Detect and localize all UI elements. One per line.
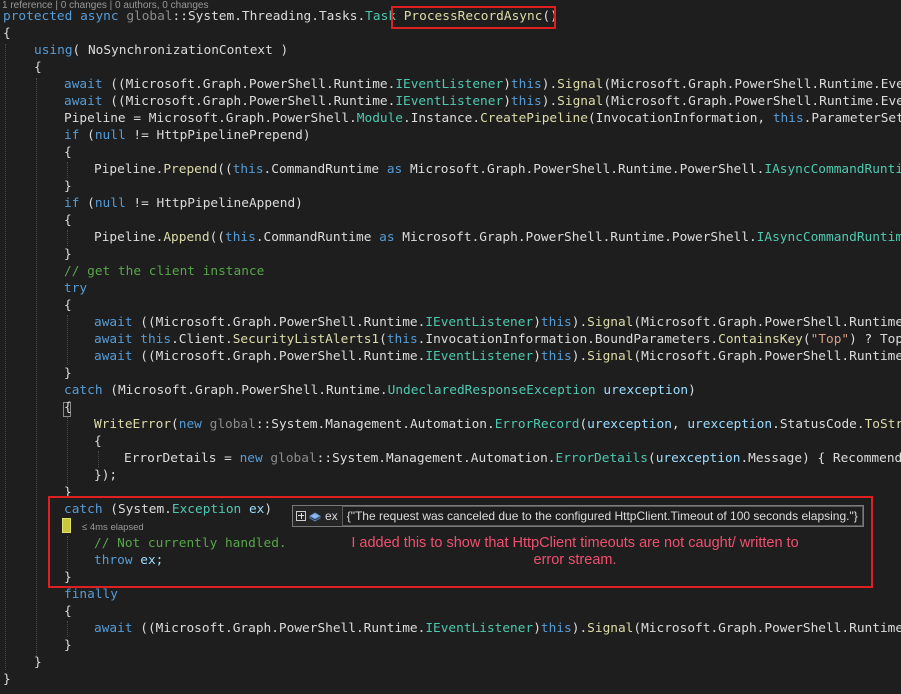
code-line-client-call[interactable]: await this.Client.SecurityListAlerts1(th…	[94, 331, 901, 348]
code-line-await-signal[interactable]: await ((Microsoft.Graph.PowerShell.Runti…	[94, 314, 901, 331]
code-line[interactable]: {	[64, 297, 72, 314]
code-line-errordetails[interactable]: ErrorDetails = new global::System.Manage…	[124, 450, 901, 467]
annotation-line-2: error stream.	[533, 552, 617, 568]
code-line[interactable]: {	[94, 433, 102, 450]
variable-icon	[309, 512, 321, 521]
code-line-catch-undeclared[interactable]: catch (Microsoft.Graph.PowerShell.Runtim…	[64, 382, 696, 399]
code-line[interactable]: }	[34, 654, 42, 671]
code-line-await-signal[interactable]: await ((Microsoft.Graph.PowerShell.Runti…	[64, 93, 901, 110]
code-line-try[interactable]: try	[64, 280, 87, 297]
code-line-if-append[interactable]: if (null != HttpPipelineAppend)	[64, 195, 303, 212]
code-line[interactable]: }	[64, 637, 72, 654]
code-line[interactable]: }	[64, 246, 72, 263]
indent-guide	[67, 230, 68, 246]
code-line-await-signal[interactable]: await ((Microsoft.Graph.PowerShell.Runti…	[94, 348, 901, 365]
method-name-highlight-box	[391, 6, 556, 29]
code-line[interactable]: {	[64, 603, 72, 620]
code-line-writeerror[interactable]: WriteError(new global::System.Management…	[94, 416, 901, 433]
code-line-await-signal[interactable]: await ((Microsoft.Graph.PowerShell.Runti…	[94, 620, 901, 637]
code-line[interactable]: }	[3, 671, 11, 688]
code-line[interactable]: {	[64, 399, 72, 416]
indent-guide	[67, 417, 68, 485]
code-line[interactable]: }	[64, 178, 72, 195]
datatip-value[interactable]: {"The request was canceled due to the co…	[341, 506, 863, 526]
code-line-await-signal[interactable]: await ((Microsoft.Graph.PowerShell.Runti…	[64, 76, 901, 93]
indent-guide	[67, 162, 68, 178]
annotation-line-1: I added this to show that HttpClient tim…	[351, 535, 799, 551]
indent-guide	[5, 44, 6, 670]
code-line-finally[interactable]: finally	[64, 586, 118, 603]
code-line-pipeline-prepend[interactable]: Pipeline.Prepend((this.CommandRuntime as…	[94, 161, 901, 178]
code-line-pipeline-append[interactable]: Pipeline.Append((this.CommandRuntime as …	[94, 229, 901, 246]
code-line-using[interactable]: using( NoSynchronizationContext )	[34, 42, 288, 59]
indent-guide	[67, 621, 68, 637]
annotation-text: I added this to show that HttpClient tim…	[320, 535, 830, 569]
expand-icon[interactable]	[296, 511, 306, 521]
indent-guide	[67, 315, 68, 365]
indent-guide	[36, 78, 37, 656]
debugger-datatip[interactable]: ex {"The request was canceled due to the…	[292, 505, 864, 527]
datatip-variable-name: ex	[325, 509, 338, 523]
code-line[interactable]: {	[3, 25, 11, 42]
code-line[interactable]: {	[64, 212, 72, 229]
indent-guide	[98, 451, 99, 467]
code-line[interactable]: }	[64, 365, 72, 382]
code-line-if-prepend[interactable]: if (null != HttpPipelinePrepend)	[64, 127, 311, 144]
code-line[interactable]: });	[94, 467, 117, 484]
code-line[interactable]: {	[64, 144, 72, 161]
code-line-pipeline-assign[interactable]: Pipeline = Microsoft.Graph.PowerShell.Mo…	[64, 110, 901, 127]
code-line-comment[interactable]: // get the client instance	[64, 263, 264, 280]
code-line[interactable]: {	[34, 59, 42, 76]
